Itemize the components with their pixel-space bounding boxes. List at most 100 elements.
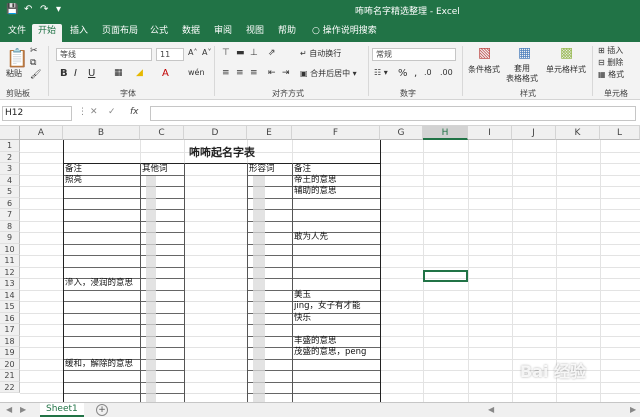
- row-header-13[interactable]: 13: [0, 278, 20, 290]
- tab-insert[interactable]: 插入: [64, 24, 94, 42]
- phonetic-icon[interactable]: wén: [188, 68, 205, 77]
- active-cell[interactable]: [423, 270, 468, 282]
- row-header-20[interactable]: 20: [0, 358, 20, 370]
- conditional-format-button[interactable]: 条件格式: [468, 64, 500, 75]
- tab-home[interactable]: 开始: [32, 24, 63, 42]
- row-header-18[interactable]: 18: [0, 335, 20, 347]
- undo-icon[interactable]: ↶: [24, 3, 32, 17]
- row-header-2[interactable]: 2: [0, 151, 20, 163]
- tab-formulas[interactable]: 公式: [144, 24, 174, 42]
- row-header-19[interactable]: 19: [0, 347, 20, 359]
- column-header-e[interactable]: E: [247, 126, 292, 140]
- increase-decimal-icon[interactable]: .0: [424, 68, 432, 77]
- row-header-22[interactable]: 22: [0, 381, 20, 393]
- tab-view[interactable]: 视图: [240, 24, 270, 42]
- tab-review[interactable]: 审阅: [208, 24, 238, 42]
- row-header-15[interactable]: 15: [0, 301, 20, 313]
- prev-sheet-icon[interactable]: ◀: [6, 405, 12, 414]
- row-header-6[interactable]: 6: [0, 197, 20, 209]
- customize-qa-icon[interactable]: ▾: [56, 3, 61, 17]
- note-cell-f[interactable]: 美玉: [294, 290, 311, 301]
- align-bottom-icon[interactable]: ⊥: [250, 48, 258, 58]
- note-cell-f[interactable]: 快乐: [294, 313, 311, 324]
- column-header-c[interactable]: C: [140, 126, 184, 140]
- decrease-indent-icon[interactable]: ⇤: [268, 68, 276, 78]
- wrap-text-button[interactable]: ↵ 自动换行: [300, 48, 341, 59]
- cell-styles-button[interactable]: 单元格样式: [546, 64, 586, 75]
- cut-icon[interactable]: ✂: [30, 46, 38, 56]
- border-icon[interactable]: ▦: [114, 68, 123, 78]
- note-cell-b[interactable]: 缓和，解除的意思: [65, 359, 133, 370]
- column-header-b[interactable]: B: [63, 126, 140, 140]
- row-header-10[interactable]: 10: [0, 243, 20, 255]
- font-color-button[interactable]: A: [162, 68, 169, 79]
- row-header-7[interactable]: 7: [0, 209, 20, 221]
- format-as-table-icon[interactable]: ▦: [518, 45, 531, 61]
- align-center-icon[interactable]: ≡: [236, 68, 244, 78]
- row-header-8[interactable]: 8: [0, 220, 20, 232]
- name-box[interactable]: H12: [2, 106, 72, 121]
- column-header-f[interactable]: F: [292, 126, 380, 140]
- insert-cells-button[interactable]: ⊞ 插入: [598, 45, 623, 56]
- row-header-11[interactable]: 11: [0, 255, 20, 267]
- row-header-21[interactable]: 21: [0, 370, 20, 382]
- font-size-select[interactable]: 11: [156, 48, 184, 61]
- hscroll-right-icon[interactable]: ▶: [630, 405, 636, 414]
- column-header-h[interactable]: H: [423, 126, 468, 140]
- save-icon[interactable]: 💾: [6, 3, 18, 17]
- align-middle-icon[interactable]: ▬: [236, 48, 245, 58]
- note-cell-f[interactable]: 丰盛的意思: [294, 336, 337, 347]
- row-header-17[interactable]: 17: [0, 324, 20, 336]
- namebox-dropdown-icon[interactable]: ⋮: [78, 107, 87, 117]
- column-header-g[interactable]: G: [380, 126, 423, 140]
- cell-styles-icon[interactable]: ▩: [560, 45, 573, 61]
- percent-button[interactable]: %: [398, 68, 408, 79]
- shrink-font-icon[interactable]: A˅: [202, 48, 211, 57]
- column-header-a[interactable]: A: [20, 126, 63, 140]
- redo-icon[interactable]: ↷: [40, 3, 48, 17]
- merge-center-button[interactable]: ▣ 合并后居中 ▾: [300, 68, 357, 79]
- column-header-j[interactable]: J: [512, 126, 556, 140]
- note-cell-f[interactable]: 帝王的意思: [294, 175, 337, 186]
- row-header-3[interactable]: 3: [0, 163, 20, 175]
- row-header-16[interactable]: 16: [0, 312, 20, 324]
- decrease-decimal-icon[interactable]: .00: [440, 68, 453, 77]
- row-header-1[interactable]: 1: [0, 140, 20, 152]
- column-header-i[interactable]: I: [468, 126, 512, 140]
- align-left-icon[interactable]: ≡: [222, 68, 230, 78]
- font-name-select[interactable]: 等线: [56, 48, 152, 61]
- align-right-icon[interactable]: ≡: [250, 68, 258, 78]
- note-cell-f[interactable]: 辅助的意思: [294, 186, 337, 197]
- insert-function-icon[interactable]: fx: [130, 107, 139, 117]
- add-sheet-icon[interactable]: +: [96, 404, 108, 416]
- tell-me-search[interactable]: ○ 操作说明搜索: [306, 24, 383, 42]
- copy-icon[interactable]: ⧉: [30, 58, 36, 68]
- column-header-l[interactable]: L: [600, 126, 640, 140]
- hscroll-left-icon[interactable]: ◀: [488, 405, 494, 414]
- row-header-12[interactable]: 12: [0, 266, 20, 278]
- column-header-k[interactable]: K: [556, 126, 600, 140]
- accounting-format-icon[interactable]: ☷ ▾: [374, 68, 388, 77]
- underline-button[interactable]: U: [88, 68, 95, 79]
- formula-input[interactable]: [150, 106, 636, 121]
- italic-button[interactable]: I: [74, 68, 77, 79]
- note-cell-b[interactable]: 滲入，浸润的意思: [65, 278, 133, 289]
- paste-button-label[interactable]: 粘贴: [6, 68, 22, 79]
- bold-button[interactable]: B: [60, 68, 68, 79]
- sheet-tab-sheet1[interactable]: Sheet1: [40, 403, 84, 417]
- comma-button[interactable]: ,: [414, 68, 417, 79]
- column-header-d[interactable]: D: [184, 126, 247, 140]
- number-format-select[interactable]: 常规: [372, 48, 456, 61]
- tab-data[interactable]: 数据: [176, 24, 206, 42]
- format-as-table-button[interactable]: 套用 表格格式: [506, 64, 538, 84]
- row-header-4[interactable]: 4: [0, 174, 20, 186]
- tab-page-layout[interactable]: 页面布局: [96, 24, 144, 42]
- note-cell-b[interactable]: 照亮: [65, 175, 82, 186]
- note-cell-f[interactable]: jing，女子有才能: [294, 301, 361, 312]
- fill-color-icon[interactable]: ◢: [136, 68, 143, 78]
- format-painter-icon[interactable]: 🖌: [30, 70, 41, 80]
- next-sheet-icon[interactable]: ▶: [20, 405, 26, 414]
- conditional-format-icon[interactable]: ▧: [478, 45, 491, 61]
- row-header-14[interactable]: 14: [0, 289, 20, 301]
- format-cells-button[interactable]: ▦ 格式: [598, 69, 624, 80]
